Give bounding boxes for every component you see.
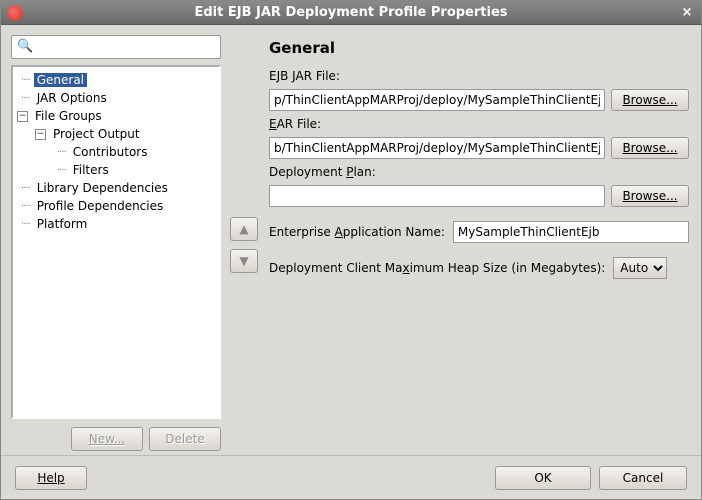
chevron-up-icon: ▲: [239, 222, 248, 236]
tree-connector: ····: [21, 201, 30, 212]
nav-tree[interactable]: ···· General ···· JAR Options − File Gro…: [11, 65, 221, 419]
general-form: EJB JAR File: Browse... EAR File: Browse…: [269, 67, 689, 279]
cancel-button[interactable]: Cancel: [599, 466, 687, 490]
ejb-jar-label: EJB JAR File:: [269, 67, 689, 85]
deployment-plan-input[interactable]: [269, 185, 605, 207]
heap-size-label: Deployment Client Maximum Heap Size (in …: [269, 261, 605, 275]
heap-size-select[interactable]: Auto: [613, 257, 667, 279]
content-area: 🔍 ···· General ···· JAR Options − File G…: [1, 25, 701, 455]
right-panel: General EJB JAR File: Browse... EAR File…: [267, 35, 691, 455]
tree-connector: ····: [21, 75, 30, 86]
move-down-button[interactable]: ▼: [230, 249, 258, 273]
ear-label: EAR File:: [269, 115, 689, 133]
search-input[interactable]: [11, 35, 221, 59]
ok-button[interactable]: OK: [495, 466, 591, 490]
ejb-jar-file-input[interactable]: [269, 89, 605, 111]
left-column: 🔍 ···· General ···· JAR Options − File G…: [11, 35, 221, 455]
search-icon: 🔍: [17, 39, 33, 54]
tree-item-project-output[interactable]: − Project Output: [13, 125, 219, 143]
panel-title: General: [269, 35, 689, 67]
tree-item-file-groups[interactable]: − File Groups: [13, 107, 219, 125]
enterprise-app-name-input[interactable]: [453, 221, 689, 243]
help-button[interactable]: Help: [15, 466, 87, 490]
tree-item-filters[interactable]: ···· Filters: [13, 161, 219, 179]
app-icon: [7, 5, 23, 21]
delete-button[interactable]: Delete: [149, 427, 221, 451]
tree-item-library-deps[interactable]: ···· Library Dependencies: [13, 179, 219, 197]
search-row: 🔍: [11, 35, 221, 61]
deployment-plan-label: Deployment Plan:: [269, 163, 689, 181]
tree-item-jar-options[interactable]: ···· JAR Options: [13, 89, 219, 107]
tree-connector: ····: [21, 93, 30, 104]
tree-item-general[interactable]: ···· General: [13, 71, 219, 89]
tree-item-profile-deps[interactable]: ···· Profile Dependencies: [13, 197, 219, 215]
collapse-icon[interactable]: −: [17, 111, 28, 122]
tree-connector: ····: [57, 147, 66, 158]
move-up-button[interactable]: ▲: [230, 217, 258, 241]
browse-plan-button[interactable]: Browse...: [611, 185, 689, 207]
close-button[interactable]: ×: [679, 5, 695, 21]
bottom-bar: Help OK Cancel: [1, 455, 701, 499]
tree-item-contributors[interactable]: ···· Contributors: [13, 143, 219, 161]
chevron-down-icon: ▼: [239, 254, 248, 268]
tree-connector: ····: [21, 183, 30, 194]
tree-connector: ····: [57, 165, 66, 176]
titlebar: Edit EJB JAR Deployment Profile Properti…: [1, 1, 701, 25]
collapse-icon[interactable]: −: [35, 129, 46, 140]
new-button[interactable]: New...: [71, 427, 143, 451]
tree-item-platform[interactable]: ···· Platform: [13, 215, 219, 233]
tree-connector: ····: [21, 219, 30, 230]
window-title: Edit EJB JAR Deployment Profile Properti…: [194, 5, 507, 20]
tree-button-row: New... Delete: [11, 423, 221, 455]
browse-ejb-jar-button[interactable]: Browse...: [611, 89, 689, 111]
enterprise-app-name-label: Enterprise Application Name:: [269, 225, 445, 239]
browse-ear-button[interactable]: Browse...: [611, 137, 689, 159]
reorder-column: ▲ ▼: [227, 35, 261, 455]
ear-file-input[interactable]: [269, 137, 605, 159]
